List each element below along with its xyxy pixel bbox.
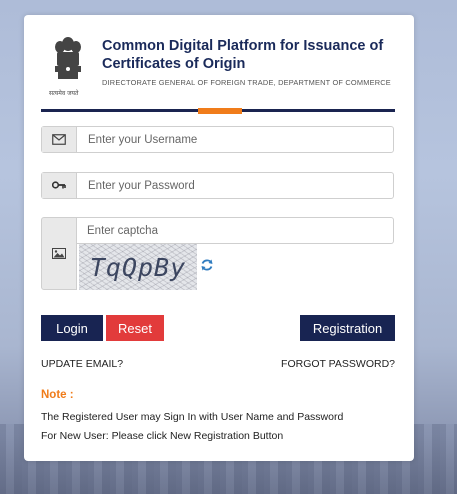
forgot-password-link[interactable]: FORGOT PASSWORD?	[281, 358, 395, 370]
note-line-2: For New User: Please click New Registrat…	[41, 430, 284, 442]
login-card: सत्यमेव जयते Common Digital Platform for…	[24, 15, 414, 461]
username-addon	[42, 127, 77, 152]
reset-button[interactable]: Reset	[106, 315, 164, 341]
login-button[interactable]: Login	[41, 315, 103, 341]
title-line-2: Certificates of Origin	[102, 56, 246, 72]
national-emblem-icon	[55, 37, 81, 79]
username-input[interactable]	[78, 127, 378, 152]
password-input[interactable]	[78, 173, 378, 198]
captcha-input[interactable]	[77, 217, 394, 244]
envelope-icon	[52, 134, 66, 145]
refresh-captcha-icon[interactable]	[200, 258, 214, 272]
title-line-1: Common Digital Platform for Issuance of	[102, 38, 384, 54]
image-icon	[52, 248, 66, 259]
captcha-addon	[41, 217, 77, 290]
registration-button[interactable]: Registration	[300, 315, 395, 341]
emblem-caption: सत्यमेव जयते	[49, 90, 79, 97]
username-group	[41, 126, 394, 153]
key-icon	[52, 180, 66, 189]
update-email-link[interactable]: UPDATE EMAIL?	[41, 358, 123, 370]
header-divider-accent	[198, 108, 242, 114]
note-title: Note :	[41, 389, 74, 401]
captcha-image: TqQpBy	[79, 244, 197, 290]
page-subtitle: DIRECTORATE GENERAL OF FOREIGN TRADE, DE…	[102, 78, 391, 87]
note-line-1: The Registered User may Sign In with Use…	[41, 411, 344, 423]
captcha-group: TqQpBy	[41, 217, 394, 290]
page-title: Common Digital Platform for Issuance of …	[102, 37, 402, 73]
password-addon	[42, 173, 77, 198]
password-group	[41, 172, 394, 199]
